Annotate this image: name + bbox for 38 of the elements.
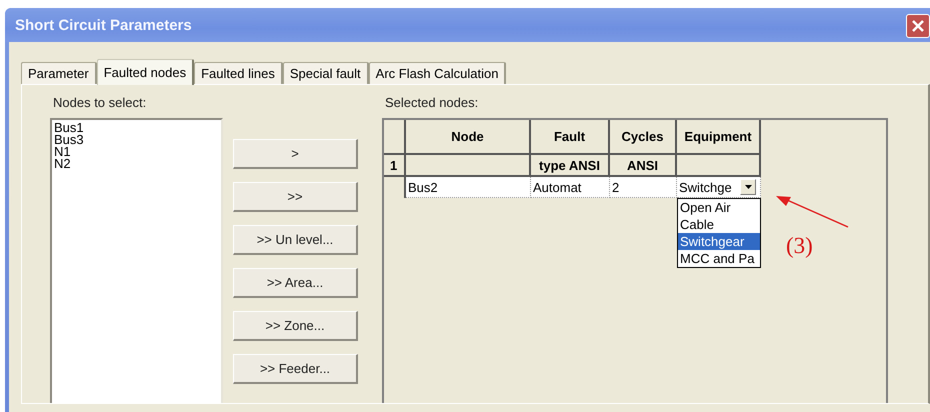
equipment-value: Switchge	[679, 180, 732, 194]
dropdown-option[interactable]: Switchgear	[678, 233, 760, 250]
tab[interactable]: Parameter	[21, 62, 97, 84]
table-cell: 2	[610, 177, 677, 198]
row-number: 1	[384, 155, 406, 177]
grid-label: Selected nodes:	[384, 95, 480, 110]
annotation-label: (3)	[786, 233, 813, 259]
add-button[interactable]: >	[233, 139, 358, 169]
add-button[interactable]: >> Area...	[233, 268, 358, 298]
table-cell: Automat	[531, 177, 610, 198]
list-item[interactable]: N2	[54, 158, 221, 170]
column-header: Cycles	[610, 120, 677, 155]
tab[interactable]: Faulted nodes	[96, 59, 194, 85]
close-icon	[910, 18, 926, 34]
list-item[interactable]: Bus1	[54, 122, 221, 134]
nodes-list[interactable]: Bus1 Bus3 N1 N2	[50, 118, 223, 403]
dropdown-option[interactable]: MCC and Pa	[678, 250, 760, 267]
add-button[interactable]: >> Zone...	[233, 311, 358, 341]
column-header: Fault	[531, 120, 610, 155]
list-item[interactable]: N1	[54, 146, 221, 158]
tab[interactable]: Arc Flash Calculation	[368, 62, 506, 84]
window-title: Short Circuit Parameters	[15, 16, 192, 34]
tab[interactable]: Special fault	[282, 62, 369, 84]
column-header: Equipment	[677, 120, 761, 155]
close-button[interactable]	[906, 14, 930, 38]
header-cell	[384, 120, 406, 155]
add-button[interactable]: >>	[233, 182, 358, 212]
list-label: Nodes to select:	[52, 95, 148, 110]
dropdown-button[interactable]	[740, 179, 756, 195]
caret-icon	[744, 185, 752, 189]
list-item[interactable]: Bus3	[54, 134, 221, 146]
table-cell: Bus2	[406, 177, 531, 198]
tab[interactable]: Faulted lines	[194, 62, 283, 84]
add-button[interactable]: >> Feeder...	[233, 354, 358, 384]
dropdown-option[interactable]: Open Air	[678, 199, 760, 216]
add-button[interactable]: >> Un level...	[233, 225, 358, 255]
dropdown-option[interactable]: Cable	[678, 216, 760, 233]
column-header: Node	[406, 120, 531, 155]
